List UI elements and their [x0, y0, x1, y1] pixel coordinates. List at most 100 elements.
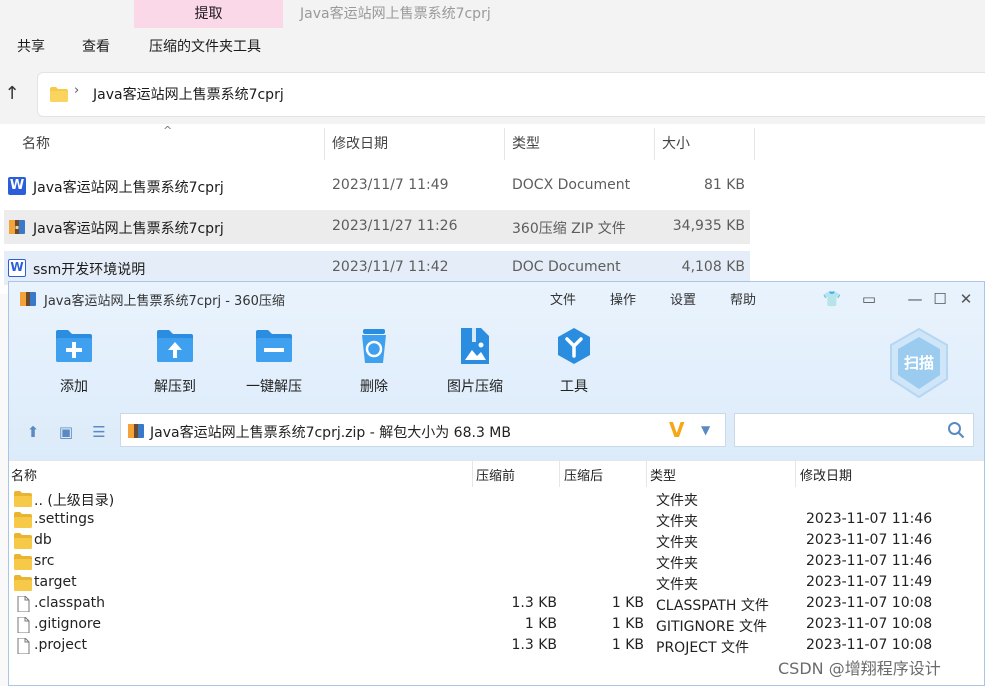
scan-button[interactable]: 扫描: [887, 327, 951, 399]
archive-row[interactable]: .classpath 1.3 KB 1 KB CLASSPATH 文件 2023…: [9, 594, 984, 615]
archive-row[interactable]: src 文件夹 2023-11-07 11:46: [9, 552, 984, 573]
tool-label: 一键解压: [246, 379, 302, 395]
minimize-icon[interactable]: —: [904, 290, 926, 308]
file-size: 4,108 KB: [681, 259, 745, 275]
archive-row[interactable]: target 文件夹 2023-11-07 11:49: [9, 573, 984, 594]
explorer-window-title: Java客运站网上售票系统7cprj: [300, 6, 491, 22]
column-size-after[interactable]: 压缩后: [564, 465, 603, 484]
close-icon[interactable]: ✕: [955, 290, 977, 308]
one-click-extract-button[interactable]: 一键解压: [229, 328, 319, 398]
tool-label: 添加: [60, 379, 88, 395]
archive-row[interactable]: .gitignore 1 KB 1 KB GITIGNORE 文件 2023-1…: [9, 615, 984, 636]
file-date: 2023/11/7 11:49: [332, 177, 449, 193]
address-bar[interactable]: › Java客运站网上售票系统7cprj: [37, 72, 985, 117]
menu-view[interactable]: 查看: [82, 36, 110, 56]
tools-hexagon-icon: [558, 328, 590, 364]
column-name[interactable]: 名称: [11, 465, 37, 484]
file-row-selected[interactable]: Java客运站网上售票系统7cprj 2023/11/27 11:26 360压…: [4, 210, 750, 244]
column-name[interactable]: 名称: [22, 128, 50, 160]
column-size[interactable]: 大小: [662, 128, 690, 160]
ribbon-menu: 共享 查看 压缩的文件夹工具: [0, 30, 985, 64]
file-name: Java客运站网上售票系统7cprj: [33, 180, 224, 196]
entry-size-before: 1 KB: [524, 616, 557, 632]
column-type[interactable]: 类型: [512, 128, 540, 160]
archive-row[interactable]: .settings 文件夹 2023-11-07 11:46: [9, 510, 984, 531]
up-level-icon[interactable]: ⬆: [24, 423, 42, 441]
file-size: 34,935 KB: [672, 218, 745, 234]
chevron-right-icon: ›: [74, 83, 80, 98]
menu-settings[interactable]: 设置: [670, 289, 696, 308]
entry-name: .settings: [34, 511, 95, 527]
column-date[interactable]: 修改日期: [332, 128, 388, 160]
delete-button[interactable]: 删除: [329, 328, 419, 398]
list-view-icon[interactable]: ☰: [90, 423, 108, 441]
scan-label: 扫描: [903, 354, 934, 372]
menu-share[interactable]: 共享: [17, 36, 45, 56]
archive-row[interactable]: db 文件夹 2023-11-07 11:46: [9, 531, 984, 552]
recycle-bin-icon: [362, 329, 386, 363]
tool-label: 删除: [360, 379, 388, 395]
search-icon[interactable]: [947, 421, 965, 439]
menu-operation[interactable]: 操作: [610, 289, 636, 308]
thumbnail-view-icon[interactable]: ▣: [57, 423, 75, 441]
entry-date: 2023-11-07 11:46: [806, 511, 933, 527]
maximize-icon[interactable]: ☐: [929, 290, 951, 308]
search-input[interactable]: [734, 413, 974, 447]
zip-column-header: 名称 压缩前 压缩后 类型 修改日期: [9, 460, 984, 487]
v-logo-icon: V: [669, 418, 685, 442]
entry-type: PROJECT 文件: [656, 640, 749, 656]
column-date[interactable]: 修改日期: [800, 465, 852, 484]
zip-app-icon: [20, 292, 36, 306]
tool-label: 工具: [560, 379, 588, 395]
entry-date: 2023-11-07 11:49: [806, 574, 933, 590]
column-type[interactable]: 类型: [650, 465, 676, 484]
entry-type: 文件夹: [656, 556, 698, 572]
column-divider[interactable]: [654, 128, 655, 160]
column-divider[interactable]: [754, 128, 755, 160]
menu-help[interactable]: 帮助: [730, 289, 756, 308]
column-divider[interactable]: [324, 128, 325, 160]
entry-name: target: [34, 574, 77, 590]
entry-type: 文件夹: [656, 514, 698, 530]
archive-path: Java客运站网上售票系统7cprj.zip - 解包大小为 68.3 MB: [150, 425, 511, 441]
archive-row[interactable]: .. (上级目录) 文件夹: [9, 489, 984, 510]
column-divider[interactable]: [646, 461, 647, 487]
entry-date: 2023-11-07 10:08: [806, 616, 933, 632]
add-button[interactable]: 添加: [29, 328, 119, 398]
feedback-icon[interactable]: ▭: [858, 290, 880, 308]
column-divider[interactable]: [472, 461, 473, 487]
address-path: Java客运站网上售票系统7cprj: [93, 87, 284, 103]
entry-name: db: [34, 532, 52, 548]
column-divider[interactable]: [795, 461, 796, 487]
column-divider[interactable]: [559, 461, 560, 487]
zip-window: Java客运站网上售票系统7cprj - 360压缩 文件 操作 设置 帮助 👕…: [8, 281, 985, 686]
menu-file[interactable]: 文件: [550, 289, 576, 308]
zip-titlebar: Java客运站网上售票系统7cprj - 360压缩 文件 操作 设置 帮助 👕…: [9, 282, 984, 316]
file-date: 2023/11/27 11:26: [332, 218, 458, 234]
file-row[interactable]: W Java客运站网上售票系统7cprj 2023/11/7 11:49 DOC…: [4, 169, 750, 203]
extract-tab[interactable]: 提取: [134, 0, 283, 28]
archive-path-bar[interactable]: Java客运站网上售票系统7cprj.zip - 解包大小为 68.3 MB V…: [120, 413, 726, 447]
entry-type: 文件夹: [656, 577, 698, 593]
zip-archive-icon: [9, 220, 25, 234]
column-size-before[interactable]: 压缩前: [476, 465, 515, 484]
tools-button[interactable]: 工具: [529, 328, 619, 398]
file-row[interactable]: W ssm开发环境说明 2023/11/7 11:42 DOC Document…: [4, 251, 750, 285]
up-arrow-icon[interactable]: ↑: [2, 84, 22, 104]
skin-shirt-icon[interactable]: 👕: [821, 290, 843, 308]
archive-row[interactable]: .project 1.3 KB 1 KB PROJECT 文件 2023-11-…: [9, 636, 984, 657]
folder-icon: [14, 575, 32, 591]
extract-folder-icon: [157, 330, 193, 362]
entry-type: GITIGNORE 文件: [656, 619, 768, 635]
image-compress-button[interactable]: 图片压缩: [430, 328, 520, 398]
entry-size-after: 1 KB: [611, 595, 644, 611]
extract-to-button[interactable]: 解压到: [130, 328, 220, 398]
file-icon: [17, 638, 30, 654]
one-click-extract-icon: [256, 330, 292, 362]
zip-window-title: Java客运站网上售票系统7cprj - 360压缩: [44, 294, 285, 309]
word-docx-icon: W: [8, 177, 26, 195]
entry-type: CLASSPATH 文件: [656, 598, 769, 614]
dropdown-arrow-icon[interactable]: ▼: [701, 423, 710, 437]
column-divider[interactable]: [504, 128, 505, 160]
menu-compressed-folder-tools[interactable]: 压缩的文件夹工具: [149, 36, 261, 56]
